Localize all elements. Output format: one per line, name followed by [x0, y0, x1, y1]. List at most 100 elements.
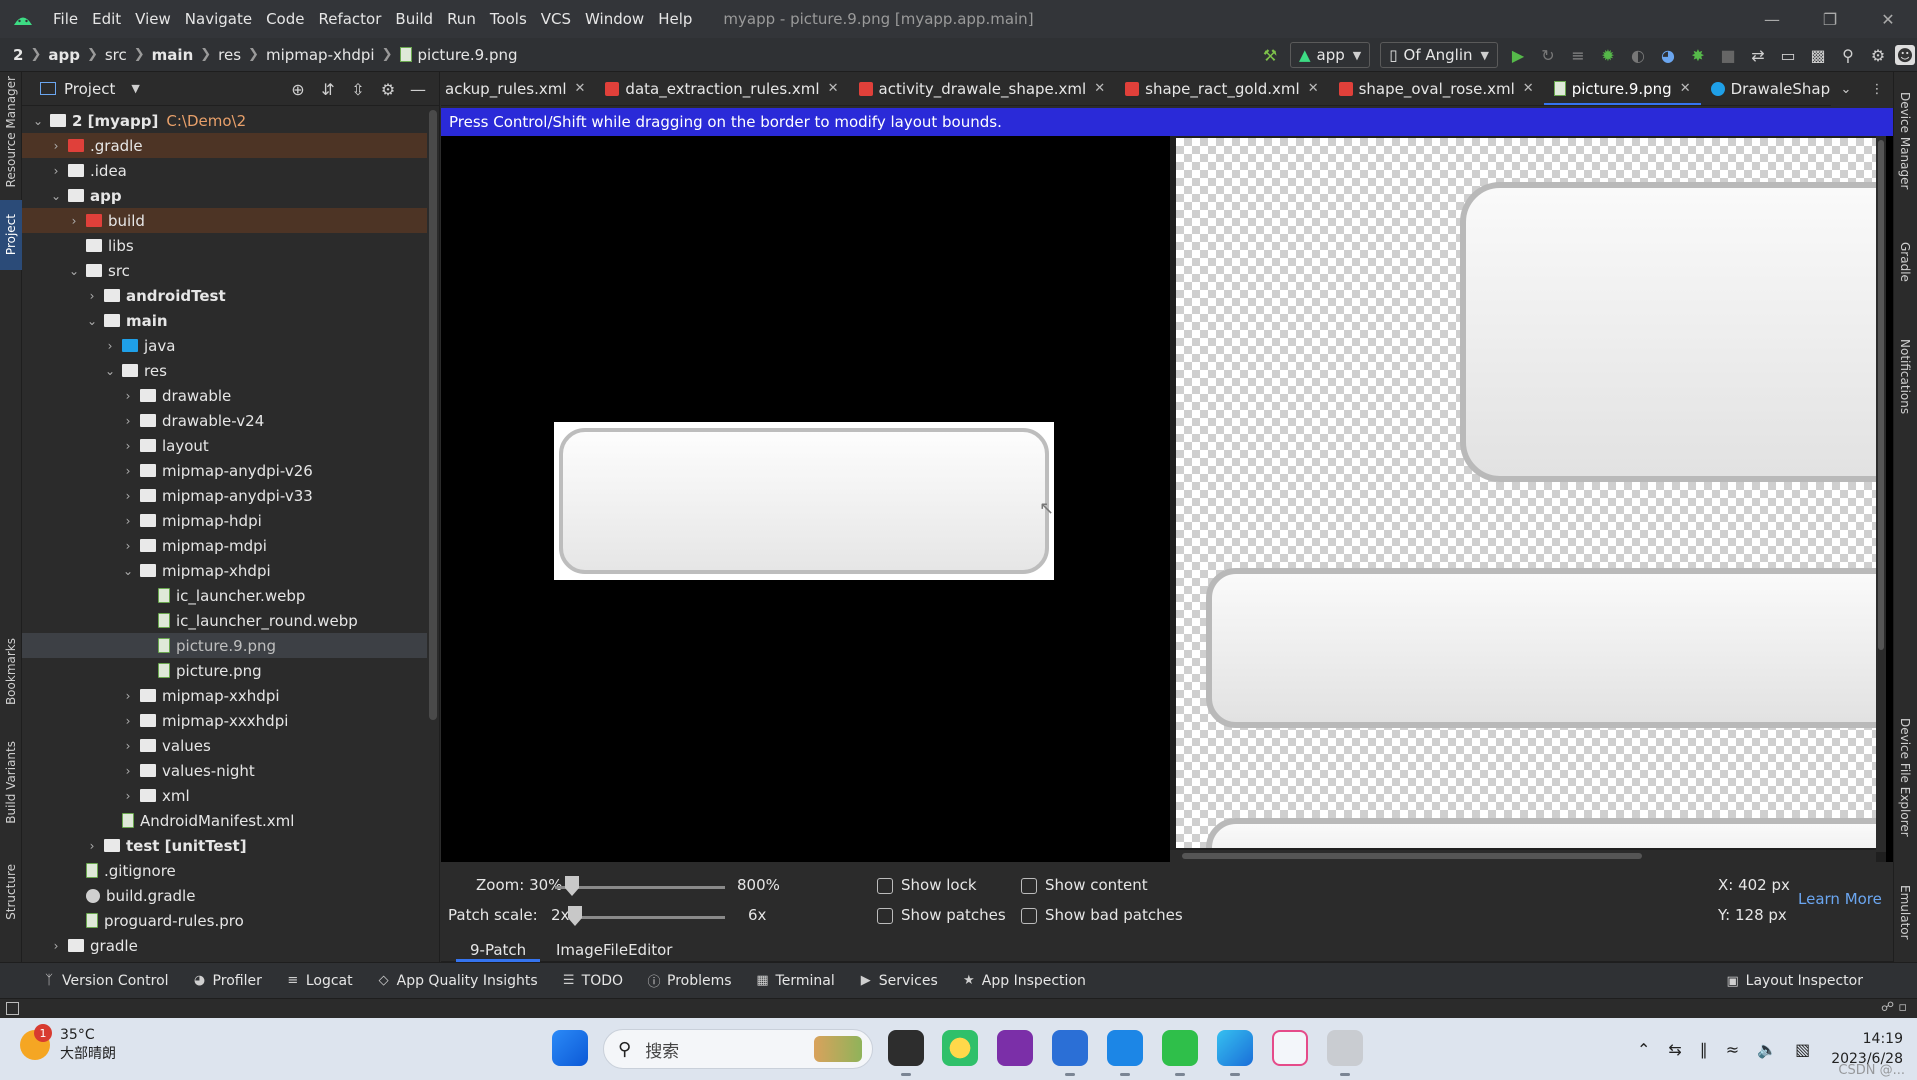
preview-vertical-scrollbar[interactable] [1876, 136, 1886, 852]
tree-item[interactable]: › mipmap-xxhdpi [22, 683, 427, 708]
stripe-project[interactable]: Project [0, 200, 22, 270]
tree-item[interactable]: › mipmap-hdpi [22, 508, 427, 533]
project-panel-title[interactable]: Project [64, 80, 115, 98]
tree-item[interactable]: picture.png [22, 658, 427, 683]
tree-item[interactable]: › androidTest [22, 283, 427, 308]
tree-item[interactable]: › xml [22, 783, 427, 808]
show-content-checkbox[interactable] [1021, 878, 1037, 894]
stripe-resource-manager[interactable]: Resource Manager [0, 72, 22, 192]
tool-terminal[interactable]: ▦ Terminal [746, 973, 849, 989]
preview-horizontal-scrollbar[interactable] [1170, 850, 1876, 862]
breadcrumb-app[interactable]: app [48, 46, 80, 64]
menu-edit[interactable]: Edit [85, 0, 128, 38]
editor-tab[interactable]: picture.9.png ✕ [1543, 72, 1701, 105]
close-icon[interactable]: ✕ [1094, 81, 1105, 96]
chevron-right-icon[interactable]: › [118, 514, 138, 528]
task-view-icon[interactable] [888, 1030, 924, 1076]
chevron-right-icon[interactable]: › [118, 464, 138, 478]
menu-build[interactable]: Build [388, 0, 440, 38]
debug-icon[interactable]: ✹ [1595, 42, 1621, 68]
show-lock-checkbox[interactable] [877, 878, 893, 894]
close-icon[interactable]: ✕ [1523, 81, 1534, 96]
sdk-manager-icon[interactable]: ▩ [1805, 42, 1831, 68]
android-studio-taskbar-icon[interactable] [1327, 1030, 1363, 1076]
menu-navigate[interactable]: Navigate [178, 0, 259, 38]
tab-9-patch[interactable]: 9-Patch [456, 938, 541, 962]
volume-muted-icon[interactable]: 🔈 [1757, 1040, 1777, 1059]
chevron-down-icon[interactable]: ⌄ [82, 314, 102, 328]
wechat-icon[interactable] [1162, 1030, 1198, 1076]
tool-app-quality-insights[interactable]: ◇ App Quality Insights [367, 973, 552, 989]
tool-app-inspection[interactable]: ★ App Inspection [952, 973, 1100, 989]
close-icon[interactable]: ✕ [1308, 81, 1319, 96]
chevron-down-icon[interactable]: ⌄ [100, 364, 120, 378]
menu-refactor[interactable]: Refactor [311, 0, 388, 38]
tree-item[interactable]: ⌄ main [22, 308, 427, 333]
tool-problems[interactable]: ⓘ Problems [637, 971, 746, 991]
stripe-structure[interactable]: Structure [0, 852, 22, 932]
menu-tools[interactable]: Tools [483, 0, 534, 38]
zoom-slider[interactable] [555, 886, 725, 889]
tree-item[interactable]: › .gradle [22, 133, 427, 158]
tree-item[interactable]: › test [unitTest] [22, 833, 427, 858]
learn-more-link[interactable]: Learn More [1798, 890, 1882, 908]
breadcrumb-res[interactable]: res [218, 46, 241, 64]
menu-window[interactable]: Window [578, 0, 651, 38]
hammer-icon[interactable]: ⚒ [1257, 42, 1283, 68]
device-select[interactable]: ▯ Of Anglin ▼ [1380, 42, 1498, 68]
close-icon[interactable]: ✕ [1680, 81, 1691, 96]
more-vertical-icon[interactable]: ⋮ [1870, 82, 1883, 97]
tray-app-icon[interactable]: ⇆ [1668, 1040, 1681, 1059]
chevron-right-icon[interactable]: › [46, 139, 66, 153]
editor-tab[interactable]: DrawaleShape [1701, 72, 1850, 105]
tree-item[interactable]: build.gradle [22, 883, 427, 908]
breadcrumb-project[interactable]: 2 [13, 46, 23, 64]
tree-item[interactable]: AndroidManifest.xml [22, 808, 427, 833]
tree-item[interactable]: › layout [22, 433, 427, 458]
chevron-right-icon[interactable]: › [118, 689, 138, 703]
editor-tab[interactable]: ackup_rules.xml ✕ [441, 72, 595, 105]
attach-debugger-icon[interactable]: ✸ [1685, 42, 1711, 68]
onenote-icon[interactable] [997, 1030, 1033, 1066]
profile-icon[interactable]: ◕ [1655, 42, 1681, 68]
stripe-gradle[interactable]: Gradle [1894, 222, 1916, 302]
tree-item[interactable]: ⌄ app [22, 183, 427, 208]
zoom-slider-thumb[interactable] [565, 876, 579, 896]
chevron-down-icon[interactable]: ⌄ [118, 564, 138, 578]
tool-logcat[interactable]: ≡ Logcat [276, 973, 367, 989]
chevron-right-icon[interactable]: › [118, 439, 138, 453]
editor-tab[interactable]: shape_ract_gold.xml ✕ [1115, 72, 1328, 105]
stripe-notifications[interactable]: Notifications [1894, 322, 1916, 432]
chevron-right-icon[interactable]: › [46, 164, 66, 178]
menu-view[interactable]: View [128, 0, 178, 38]
ninepatch-canvas[interactable]: ↖ [441, 136, 1165, 862]
tree-item[interactable]: ⌄ 2 [myapp] C:\Demo\2 [22, 108, 427, 133]
breadcrumb-mipmap-xhdpi[interactable]: mipmap-xhdpi [266, 46, 375, 64]
device-manager-icon[interactable]: ▭ [1775, 42, 1801, 68]
show-patches-label[interactable]: Show patches [901, 906, 1006, 924]
editor-tab[interactable]: activity_drawale_shape.xml ✕ [849, 72, 1116, 105]
menu-code[interactable]: Code [259, 0, 311, 38]
patch-scale-slider[interactable] [575, 916, 725, 919]
tree-item[interactable]: libs [22, 233, 427, 258]
breadcrumb-file[interactable]: picture.9.png [418, 46, 518, 64]
chevron-right-icon[interactable]: › [118, 764, 138, 778]
tree-item[interactable]: › drawable [22, 383, 427, 408]
tab-image-file-editor[interactable]: ImageFileEditor [542, 938, 686, 962]
tree-item[interactable]: ⌄ res [22, 358, 427, 383]
chevron-up-icon[interactable]: ⌃ [1637, 1040, 1650, 1059]
scrollbar-thumb[interactable] [1878, 140, 1884, 650]
word-icon[interactable] [1052, 1030, 1088, 1076]
tree-item[interactable]: › mipmap-xxxhdpi [22, 708, 427, 733]
tool-services[interactable]: ▶ Services [849, 973, 952, 989]
show-content-label[interactable]: Show content [1045, 876, 1148, 894]
chevron-down-icon[interactable]: ⌄ [64, 264, 84, 278]
wifi-icon[interactable]: ≈ [1726, 1040, 1739, 1059]
tool-profiler[interactable]: ◕ Profiler [183, 973, 276, 989]
chevron-right-icon[interactable]: › [118, 714, 138, 728]
chevron-right-icon[interactable]: › [118, 389, 138, 403]
editor-tab[interactable]: data_extraction_rules.xml ✕ [595, 72, 848, 105]
editor-tab[interactable]: shape_oval_rose.xml ✕ [1329, 72, 1544, 105]
hide-panel-icon[interactable]: — [405, 76, 431, 102]
restore-button[interactable]: ❐ [1801, 0, 1859, 38]
